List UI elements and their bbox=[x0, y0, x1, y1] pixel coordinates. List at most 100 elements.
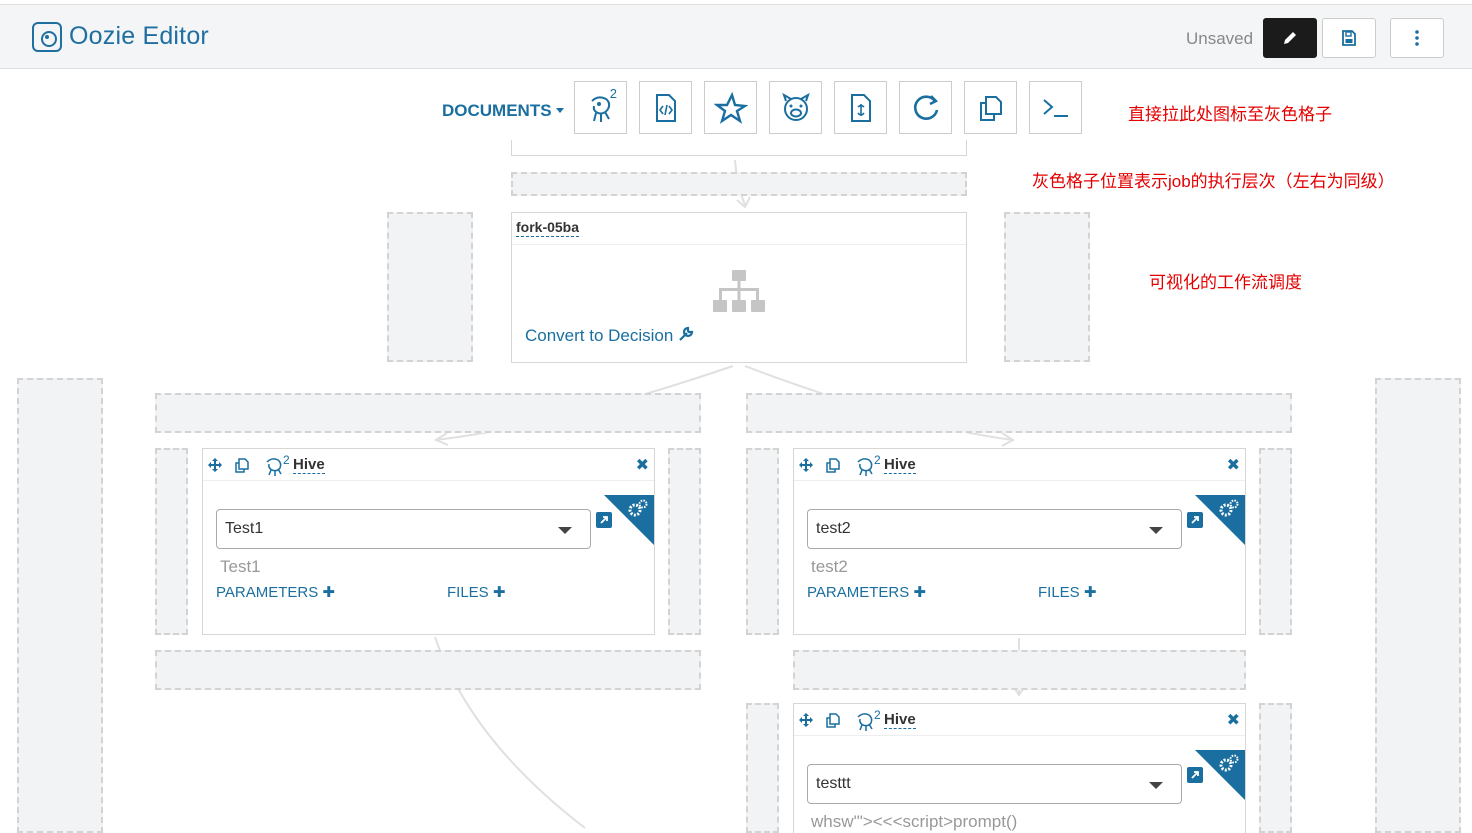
previous-node-edge bbox=[511, 140, 967, 156]
drop-zone[interactable] bbox=[1259, 703, 1292, 833]
fork-node-name[interactable]: fork-05ba bbox=[516, 219, 580, 237]
move-icon[interactable] bbox=[799, 458, 813, 472]
pig-icon bbox=[781, 92, 810, 121]
spark-tool[interactable] bbox=[704, 81, 757, 134]
gears-icon bbox=[628, 499, 648, 517]
hive-node: 2 Hive ✖ test2 test2 PARAMETERS ✚ FILES … bbox=[793, 448, 1246, 635]
distcp-tool[interactable] bbox=[964, 81, 1017, 134]
add-parameters-link[interactable]: PARAMETERS ✚ bbox=[216, 583, 335, 601]
save-button[interactable] bbox=[1322, 18, 1376, 58]
parameters-label: PARAMETERS bbox=[216, 584, 319, 601]
workflow-canvas: Oozie Editor Unsaved DOCUMENTS 2 直接拉此处图标… bbox=[0, 0, 1472, 833]
copy-icon[interactable] bbox=[234, 458, 250, 473]
hive-node-type[interactable]: Hive bbox=[884, 711, 916, 729]
drop-zone[interactable] bbox=[387, 212, 473, 362]
more-button[interactable] bbox=[1390, 18, 1444, 58]
caret-down-icon bbox=[1149, 782, 1163, 789]
floppy-disk-icon bbox=[1342, 30, 1356, 46]
hive-version-sup: 2 bbox=[874, 708, 881, 722]
caret-down-icon bbox=[1149, 527, 1163, 534]
drop-zone[interactable] bbox=[1375, 378, 1461, 833]
app-title: Oozie Editor bbox=[69, 22, 209, 50]
close-icon[interactable]: ✖ bbox=[1227, 710, 1240, 730]
subworkflow-tool[interactable] bbox=[899, 81, 952, 134]
drop-zone[interactable] bbox=[155, 448, 188, 635]
plus-icon: ✚ bbox=[492, 584, 506, 601]
hive-node-subtitle: whsw'"><<<script>prompt() bbox=[811, 812, 1018, 831]
hive-script-select[interactable]: testtt bbox=[807, 764, 1182, 804]
plus-icon: ✚ bbox=[1083, 584, 1097, 601]
drop-zone[interactable] bbox=[668, 448, 701, 635]
external-link-icon[interactable] bbox=[596, 512, 612, 528]
selected-value: testtt bbox=[816, 775, 851, 792]
hive-icon bbox=[857, 713, 873, 731]
gears-icon bbox=[1219, 499, 1239, 517]
hive-script-select[interactable]: Test1 bbox=[216, 509, 591, 549]
hive-version-sup: 2 bbox=[874, 453, 881, 467]
edit-button[interactable] bbox=[1263, 18, 1317, 58]
hive-icon bbox=[857, 458, 873, 476]
hive2-sup: 2 bbox=[609, 86, 617, 101]
hive-node-type[interactable]: Hive bbox=[884, 456, 916, 474]
convert-to-decision-link[interactable]: Convert to Decision bbox=[525, 326, 694, 346]
move-icon[interactable] bbox=[208, 458, 222, 472]
divider bbox=[512, 244, 966, 245]
drop-zone[interactable] bbox=[746, 703, 779, 833]
external-link-icon[interactable] bbox=[1187, 767, 1203, 783]
loop-icon bbox=[913, 94, 938, 120]
drop-zone[interactable] bbox=[1259, 448, 1292, 635]
drop-zone[interactable] bbox=[793, 650, 1246, 690]
code-file-tool[interactable] bbox=[639, 81, 692, 134]
selected-value: Test1 bbox=[225, 520, 264, 537]
hive-node-subtitle: Test1 bbox=[220, 557, 261, 576]
copy-icon[interactable] bbox=[825, 713, 841, 728]
hive-icon bbox=[266, 458, 282, 476]
shell-tool[interactable] bbox=[834, 81, 887, 134]
drop-zone[interactable] bbox=[746, 393, 1292, 433]
hive-node-header: 2 Hive ✖ bbox=[203, 449, 654, 481]
hive-script-select[interactable]: test2 bbox=[807, 509, 1182, 549]
hive-node-type[interactable]: Hive bbox=[293, 456, 325, 474]
add-parameters-link[interactable]: PARAMETERS ✚ bbox=[807, 583, 926, 601]
documents-dropdown[interactable]: DOCUMENTS bbox=[442, 101, 564, 121]
move-icon[interactable] bbox=[799, 713, 813, 727]
drop-zone[interactable] bbox=[511, 172, 967, 196]
hive-node: 2 Hive ✖ Test1 Test1 PARAMETERS ✚ FILES … bbox=[202, 448, 655, 635]
editor-header: Oozie Editor Unsaved bbox=[0, 4, 1472, 69]
drop-zone[interactable] bbox=[1004, 212, 1090, 362]
hive-version-sup: 2 bbox=[283, 453, 290, 467]
parameters-label: PARAMETERS bbox=[807, 584, 910, 601]
hive-node-header: 2 Hive ✖ bbox=[794, 704, 1245, 736]
hive2-tool[interactable]: 2 bbox=[574, 81, 627, 134]
files-label: FILES bbox=[1038, 584, 1080, 601]
drop-zone[interactable] bbox=[155, 393, 701, 433]
annotation-visual-hint: 可视化的工作流调度 bbox=[1149, 273, 1302, 292]
hive-node-header: 2 Hive ✖ bbox=[794, 449, 1245, 481]
close-icon[interactable]: ✖ bbox=[1227, 455, 1240, 475]
drop-zone[interactable] bbox=[746, 448, 779, 635]
pig-tool[interactable] bbox=[769, 81, 822, 134]
external-link-icon[interactable] bbox=[1187, 512, 1203, 528]
wrench-icon bbox=[679, 326, 694, 341]
selected-value: test2 bbox=[816, 520, 851, 537]
convert-label: Convert to Decision bbox=[525, 326, 674, 345]
code-file-icon bbox=[655, 93, 676, 122]
drop-zone[interactable] bbox=[17, 378, 103, 833]
shell-command-tool[interactable] bbox=[1029, 81, 1082, 134]
copy-docs-icon bbox=[979, 95, 1002, 121]
annotation-position-hint: 灰色格子位置表示job的执行层次（左右为同级） bbox=[1032, 172, 1395, 191]
close-icon[interactable]: ✖ bbox=[636, 455, 649, 475]
vertical-ellipsis-icon bbox=[1415, 30, 1419, 46]
annotation-drag-hint: 直接拉此处图标至灰色格子 bbox=[1128, 105, 1332, 124]
drop-zone[interactable] bbox=[155, 650, 701, 690]
add-files-link[interactable]: FILES ✚ bbox=[447, 583, 505, 601]
gears-icon bbox=[1219, 754, 1239, 772]
plus-icon: ✚ bbox=[913, 584, 926, 601]
terminal-icon bbox=[1042, 98, 1068, 117]
add-files-link[interactable]: FILES ✚ bbox=[1038, 583, 1096, 601]
fork-node: fork-05ba Convert to Decision bbox=[511, 212, 967, 363]
caret-down-icon bbox=[558, 527, 572, 534]
plus-icon: ✚ bbox=[322, 584, 335, 601]
save-status: Unsaved bbox=[1186, 29, 1254, 48]
copy-icon[interactable] bbox=[825, 458, 841, 473]
